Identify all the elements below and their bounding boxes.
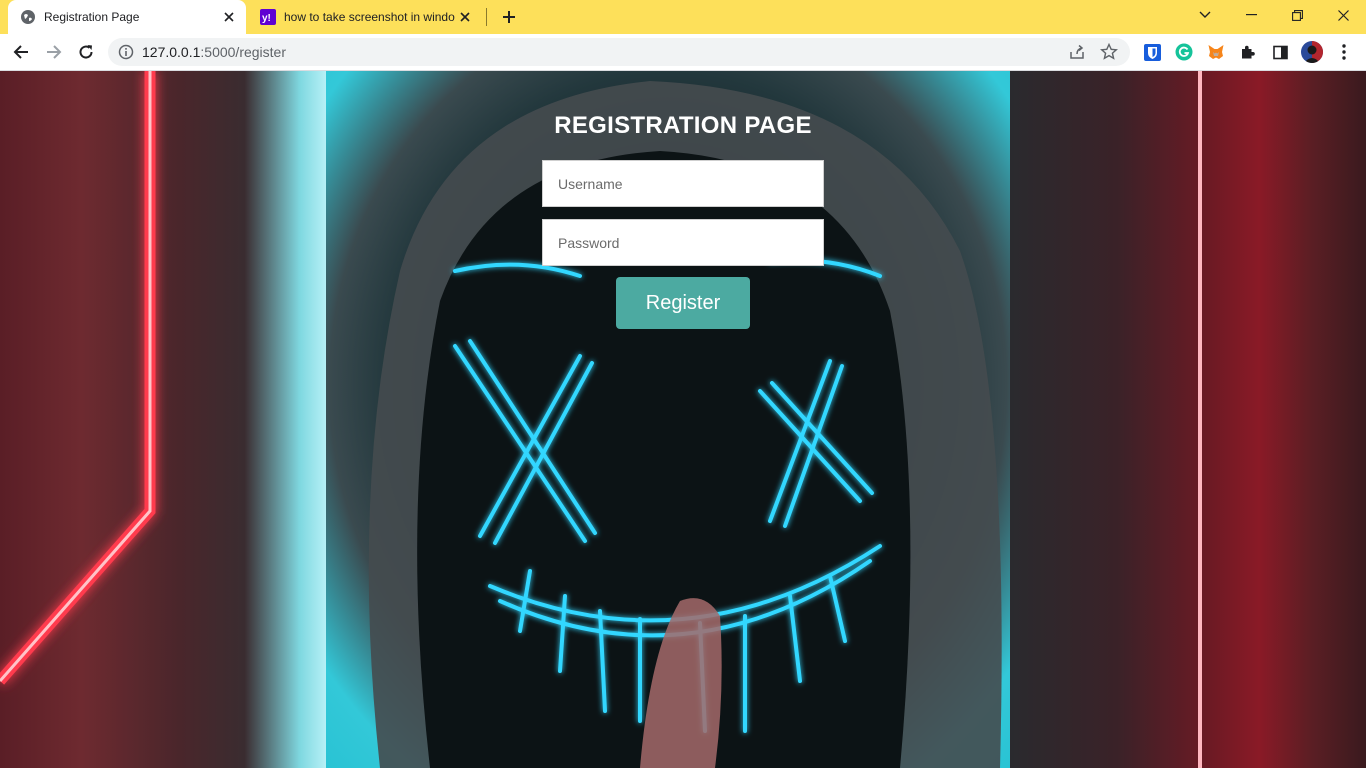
- close-tab-icon[interactable]: [220, 8, 238, 26]
- info-icon: [118, 44, 134, 60]
- arrow-right-icon: [47, 45, 62, 59]
- yahoo-icon: y!: [260, 9, 276, 25]
- browser-toolbar: 127.0.0.1:5000/register: [0, 34, 1366, 71]
- globe-icon: [20, 9, 36, 25]
- profile-avatar[interactable]: [1301, 41, 1323, 63]
- forward-button[interactable]: [41, 39, 67, 65]
- minimize-button[interactable]: [1228, 0, 1274, 30]
- grammarly-extension-icon[interactable]: [1174, 42, 1194, 62]
- extensions-puzzle-icon[interactable]: [1238, 42, 1258, 62]
- username-input[interactable]: [542, 160, 824, 207]
- tab-title: how to take screenshot in windo: [284, 10, 455, 24]
- bitwarden-extension-icon[interactable]: [1142, 42, 1162, 62]
- reload-icon: [79, 45, 93, 59]
- share-icon: [1070, 44, 1084, 59]
- chevron-down-icon: [1199, 11, 1211, 18]
- reload-button[interactable]: [73, 39, 99, 65]
- tab-registration-page[interactable]: Registration Page: [8, 0, 246, 34]
- close-icon: [1337, 9, 1349, 21]
- browser-menu-button[interactable]: [1334, 42, 1354, 62]
- new-tab-button[interactable]: [498, 6, 520, 28]
- tab-search-button[interactable]: [1182, 0, 1228, 30]
- address-bar[interactable]: 127.0.0.1:5000/register: [108, 38, 1130, 66]
- page-title: REGISTRATION PAGE: [554, 112, 812, 139]
- restore-icon: [1291, 9, 1303, 21]
- register-button[interactable]: Register: [616, 277, 750, 329]
- arrow-left-icon: [13, 45, 28, 59]
- tab-divider: [486, 8, 487, 26]
- svg-text:y!: y!: [262, 13, 271, 24]
- url-text: 127.0.0.1:5000/register: [142, 44, 286, 60]
- tab-title: Registration Page: [44, 10, 140, 24]
- kebab-menu-icon: [1342, 44, 1346, 60]
- password-input[interactable]: [542, 219, 824, 266]
- metamask-extension-icon[interactable]: [1206, 42, 1226, 62]
- tab-search-result[interactable]: y! how to take screenshot in windo: [250, 0, 482, 34]
- plus-icon: [503, 11, 515, 23]
- side-panel-icon[interactable]: [1270, 42, 1290, 62]
- close-tab-icon[interactable]: [456, 8, 474, 26]
- minimize-icon: [1245, 14, 1257, 16]
- bookmark-star-icon: [1100, 43, 1118, 60]
- tab-strip: Registration Page y! how to take screens…: [0, 0, 1366, 34]
- back-button[interactable]: [8, 39, 34, 65]
- close-window-button[interactable]: [1320, 0, 1366, 30]
- restore-button[interactable]: [1274, 0, 1320, 30]
- page-viewport: REGISTRATION PAGE Register: [0, 71, 1366, 768]
